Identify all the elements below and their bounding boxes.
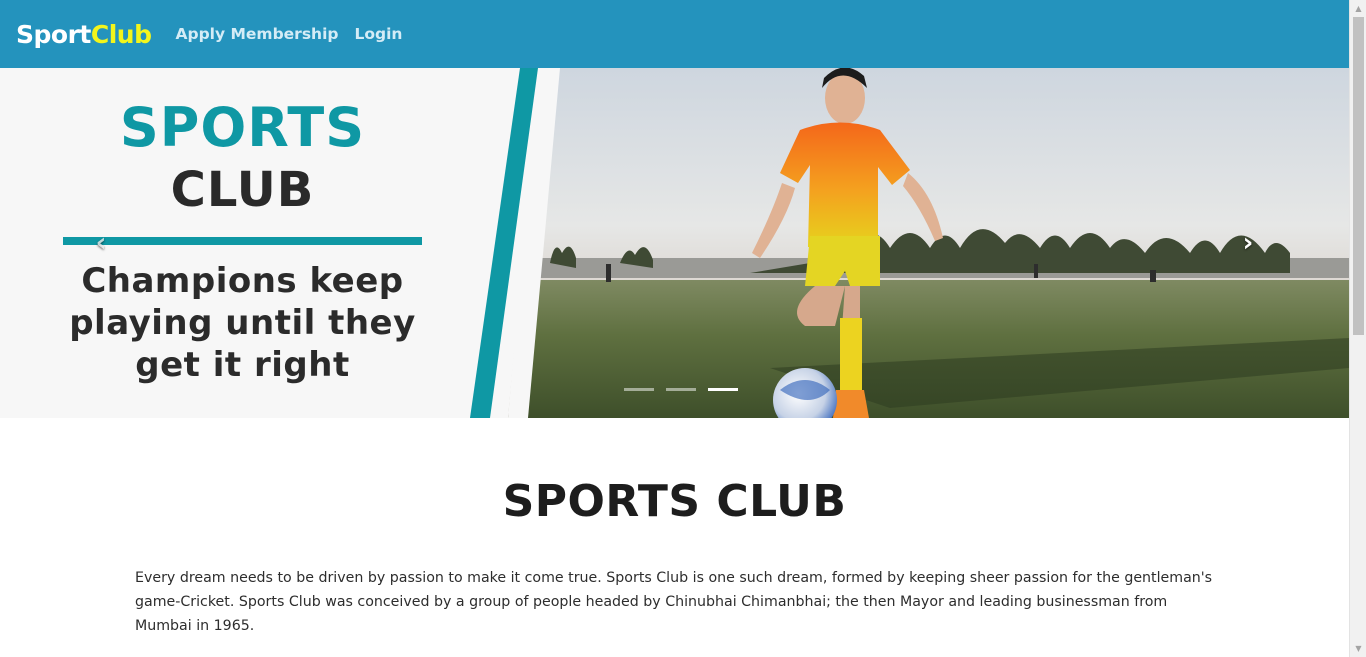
carousel-indicators	[624, 388, 738, 391]
brand-text-sport: Sport	[16, 19, 91, 49]
hero-carousel: SPORTS CLUB Champions keep playing until…	[0, 68, 1349, 418]
hero-tagline: Champions keep playing until they get it…	[69, 261, 416, 385]
chevron-right-icon[interactable]: ›	[1233, 228, 1263, 258]
carousel-indicator[interactable]	[666, 388, 696, 391]
triangle-down-icon[interactable]: ▼	[1350, 640, 1366, 657]
nav-link-login[interactable]: Login	[355, 25, 403, 43]
section-title: SPORTS CLUB	[502, 476, 847, 527]
navbar: SportClub Apply Membership Login	[0, 0, 1349, 68]
chevron-left-icon[interactable]: ‹	[86, 228, 116, 258]
hero-photo-football-player	[470, 68, 1349, 418]
triangle-up-icon[interactable]: ▲	[1350, 0, 1366, 17]
carousel-indicator[interactable]	[624, 388, 654, 391]
carousel-indicator-active[interactable]	[708, 388, 738, 391]
brand-text-club: Club	[90, 19, 152, 49]
hero-title-sports: SPORTS	[119, 96, 366, 159]
vertical-scrollbar[interactable]: ▲ ▼	[1349, 0, 1366, 657]
hero-divider	[63, 237, 422, 245]
nav-link-apply-membership[interactable]: Apply Membership	[175, 25, 338, 43]
hero-title-club: CLUB	[170, 162, 315, 218]
scrollbar-thumb[interactable]	[1353, 17, 1364, 335]
brand-logo[interactable]: SportClub	[16, 19, 152, 49]
section-paragraph: Every dream needs to be driven by passio…	[135, 570, 1213, 634]
